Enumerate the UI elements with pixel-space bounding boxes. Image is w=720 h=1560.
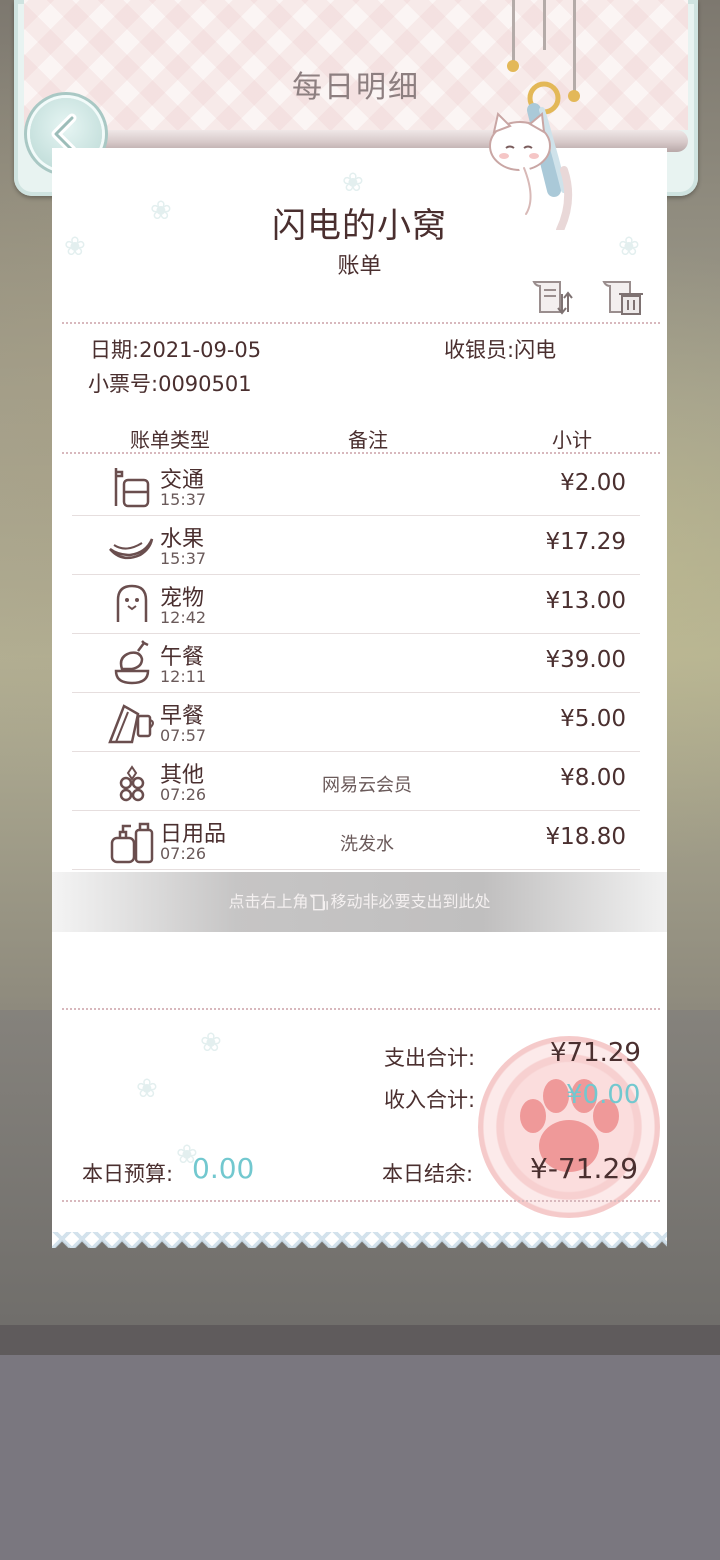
- bill-time: 12:42: [160, 608, 207, 627]
- balance-label: 本日结余:: [382, 1162, 474, 1186]
- bill-time: 15:37: [160, 549, 207, 568]
- bill-time: 07:26: [160, 785, 207, 804]
- background-ledge: [0, 1325, 720, 1355]
- bill-amount: ¥39.00: [545, 647, 626, 673]
- shop-name: 闪电的小窝: [272, 206, 447, 246]
- bill-row-lunch[interactable]: 午餐 12:11 ¥39.00: [72, 633, 640, 693]
- hint-text-after: 移动非必要支出到此处: [330, 892, 491, 911]
- bill-amount: ¥8.00: [560, 765, 626, 791]
- ticket-value: 0090501: [158, 372, 252, 396]
- date-value: 2021-09-05: [139, 338, 262, 362]
- delete-button[interactable]: [600, 278, 646, 318]
- bill-row-daily-goods[interactable]: 日用品 07:26 洗发水 ¥18.80: [72, 810, 640, 870]
- bill-amount: ¥2.00: [560, 470, 626, 496]
- hint-text-before: 点击右上角: [228, 892, 309, 911]
- bill-note: 洗发水: [340, 834, 394, 855]
- date-label-text: 日期:: [90, 338, 140, 362]
- expense-total-value: ¥71.29: [550, 1038, 641, 1068]
- income-total-value: ¥0.00: [566, 1080, 641, 1110]
- divider: [62, 452, 660, 454]
- bus-stop-icon: [114, 468, 150, 508]
- chicken-leg-icon: [114, 640, 150, 685]
- bill-time: 07:57: [160, 726, 207, 745]
- paw-decoration-icon: ❀: [200, 1028, 222, 1058]
- ticket-number: 小票号:0090501: [88, 368, 252, 398]
- column-header-subtotal: 小计: [552, 428, 592, 452]
- column-header-note: 备注: [348, 428, 388, 452]
- page-title: 每日明细: [292, 70, 420, 105]
- budget-value[interactable]: 0.00: [192, 1152, 254, 1185]
- divider: [62, 1200, 660, 1202]
- bill-time: 12:11: [160, 667, 207, 686]
- bill-row-breakfast[interactable]: 早餐 07:57 ¥5.00: [72, 692, 640, 752]
- bill-row-transport[interactable]: 交通 15:37 ¥2.00: [72, 456, 640, 516]
- bill-amount: ¥17.29: [545, 529, 626, 555]
- cashier-value: 闪电: [514, 338, 557, 362]
- drop-hint-bar[interactable]: 点击右上角 移动非必要支出到此处: [52, 872, 667, 932]
- receipt-zigzag-shadow: [52, 1232, 667, 1248]
- date-label: 日期:2021-09-05: [90, 334, 261, 364]
- bill-amount: ¥18.80: [545, 824, 626, 850]
- cashier-label: 收银员:闪电: [444, 334, 556, 364]
- bottles-icon: [110, 822, 154, 864]
- sandwich-icon: [108, 704, 154, 744]
- bill-row-pet[interactable]: 宠物 12:42 ¥13.00: [72, 574, 640, 634]
- receipt-move-icon: [309, 894, 328, 910]
- background-floor: [0, 1355, 720, 1560]
- budget-label: 本日预算:: [82, 1162, 174, 1186]
- divider: [62, 1008, 660, 1010]
- balance-value: ¥-71.29: [530, 1152, 639, 1185]
- bill-time: 07:26: [160, 844, 207, 863]
- cashier-label-text: 收银员:: [444, 338, 515, 362]
- bill-row-fruit[interactable]: 水果 15:37 ¥17.29: [72, 515, 640, 575]
- bill-note: 网易云会员: [322, 775, 412, 796]
- bill-amount: ¥5.00: [560, 706, 626, 732]
- bill-amount: ¥13.00: [545, 588, 626, 614]
- circles-icon: [119, 765, 145, 802]
- bill-time: 15:37: [160, 490, 207, 509]
- bill-row-other[interactable]: 其他 07:26 网易云会员 ¥8.00: [72, 751, 640, 811]
- receipt-move-icon: [532, 281, 573, 315]
- divider: [62, 322, 660, 324]
- income-total-label: 收入合计:: [384, 1088, 476, 1112]
- bill-label: 账单: [337, 254, 382, 279]
- paw-decoration-icon: ❀: [342, 168, 364, 198]
- trash-icon: [602, 281, 643, 315]
- banana-icon: [109, 538, 154, 560]
- column-header-type: 账单类型: [130, 428, 210, 452]
- move-expense-button[interactable]: [530, 278, 576, 318]
- ticket-label-text: 小票号:: [88, 372, 159, 396]
- pet-icon: [116, 584, 148, 622]
- expense-total-label: 支出合计:: [384, 1046, 476, 1070]
- paw-decoration-icon: ❀: [136, 1074, 158, 1104]
